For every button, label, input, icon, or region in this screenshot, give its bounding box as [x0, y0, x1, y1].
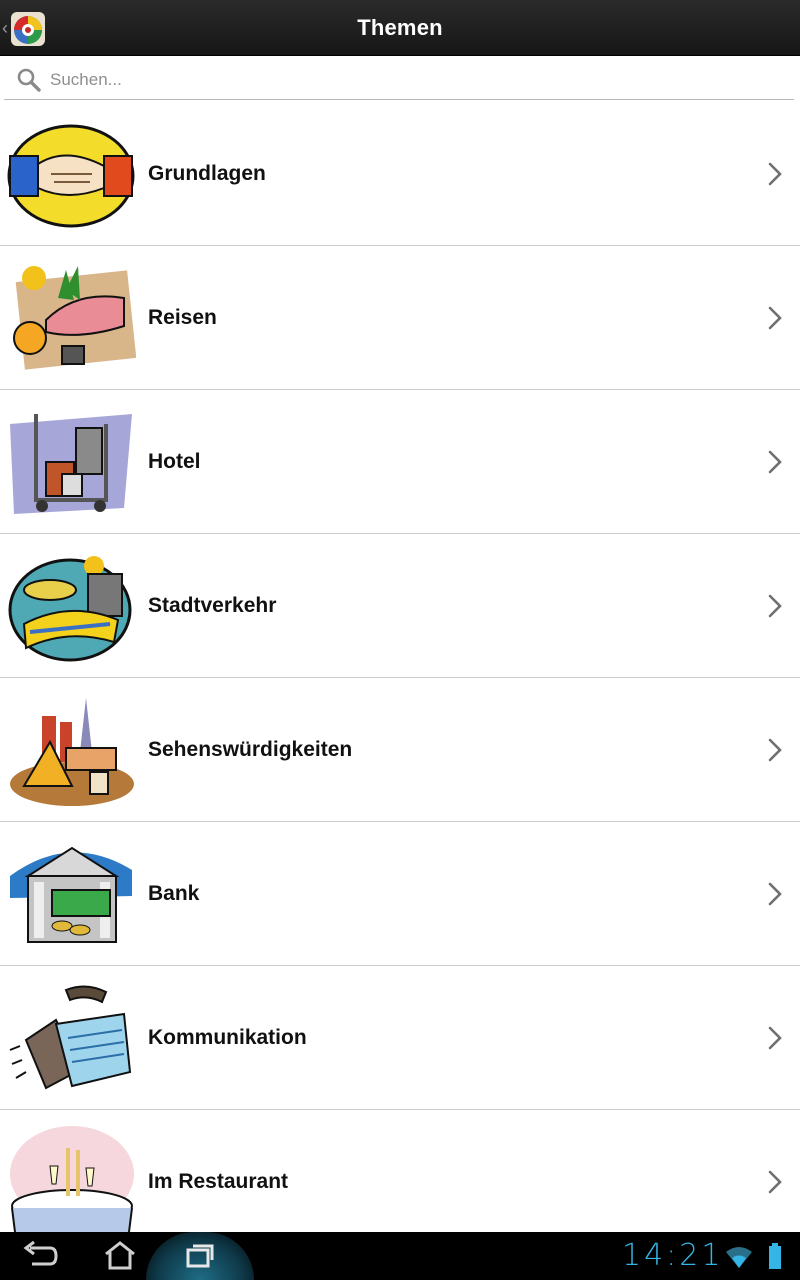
list-item-hotel[interactable]: Hotel: [0, 390, 800, 534]
luggage-cart-icon: [10, 414, 132, 514]
list-item-label: Kommunikation: [148, 1025, 307, 1049]
list-item-label: Sehenswürdigkeiten: [148, 737, 353, 761]
search-input[interactable]: [50, 69, 750, 90]
list-item-label: Im Restaurant: [148, 1169, 289, 1193]
handshake-icon: [7, 124, 135, 228]
clock-time: 14:21: [622, 1238, 724, 1273]
landmarks-icon: [10, 698, 134, 806]
system-navigation-bar: 14:21: [0, 1232, 800, 1280]
search-icon: [17, 68, 41, 92]
wifi-icon: [726, 1247, 752, 1268]
city-traffic-icon: [8, 556, 132, 662]
list-item-reisen[interactable]: Reisen: [0, 246, 800, 390]
chevron-right-icon: [768, 594, 782, 617]
list-item-grundlagen[interactable]: Grundlagen: [0, 102, 800, 246]
chevron-right-icon: [768, 738, 782, 761]
topic-list[interactable]: Grundlagen Reisen Hotel Stadtverkehr Seh…: [0, 102, 800, 1232]
list-item-label: Stadtverkehr: [148, 593, 277, 617]
chevron-right-icon: [768, 450, 782, 473]
list-item-kommunikation[interactable]: Kommunikation: [0, 966, 800, 1110]
list-item-label: Reisen: [148, 305, 217, 329]
search-bar[interactable]: [4, 60, 794, 100]
travel-icon: [13, 266, 136, 370]
home-icon[interactable]: [100, 1240, 140, 1272]
recent-apps-icon[interactable]: [180, 1240, 220, 1272]
list-item-im-restaurant[interactable]: Im Restaurant: [0, 1110, 800, 1232]
list-item-bank[interactable]: Bank: [0, 822, 800, 966]
restaurant-table-icon: [10, 1126, 134, 1232]
list-item-label: Hotel: [148, 449, 201, 473]
page-title: Themen: [357, 14, 443, 40]
list-item-sehenswuerdigkeiten[interactable]: Sehenswürdigkeiten: [0, 678, 800, 822]
chevron-right-icon: [768, 162, 782, 185]
chevron-right-icon: [768, 1026, 782, 1049]
list-item-label: Bank: [148, 881, 200, 905]
battery-icon: [769, 1243, 781, 1269]
list-item-stadtverkehr[interactable]: Stadtverkehr: [0, 534, 800, 678]
telephone-icon: [9, 985, 132, 1090]
chevron-right-icon: [768, 882, 782, 905]
bank-icon: [10, 846, 132, 943]
back-icon[interactable]: [20, 1240, 60, 1272]
up-caret-icon[interactable]: ‹: [2, 18, 8, 38]
chevron-right-icon: [768, 1170, 782, 1193]
action-bar: ‹ Themen: [0, 0, 800, 56]
app-icon[interactable]: [11, 12, 45, 46]
chevron-right-icon: [768, 306, 782, 329]
list-item-label: Grundlagen: [148, 161, 266, 185]
